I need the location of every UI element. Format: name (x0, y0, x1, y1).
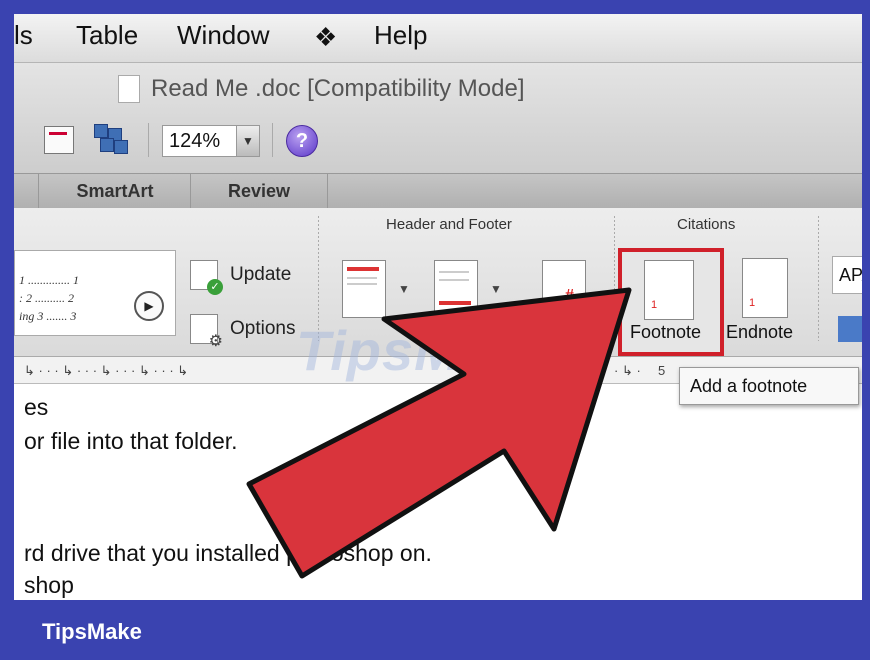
group-label-header-footer: Header and Footer (386, 216, 512, 233)
document-line: rd drive that you installed photoshop on… (24, 540, 432, 566)
update-icon[interactable] (190, 260, 223, 295)
window-title: Read Me .doc [Compatibility Mode] (151, 75, 525, 102)
toolbar: Read Me .doc [Compatibility Mode] 124% ▼… (14, 63, 862, 173)
endnote-icon[interactable]: 1 (742, 258, 788, 318)
footer-brand: TipsMake (42, 619, 142, 644)
screenshot-area: ls Table Window ❖ Help Read Me .doc [Com… (14, 14, 862, 600)
document-body[interactable]: es or file into that folder. rd drive th… (14, 384, 862, 600)
zoom-value: 124% (169, 130, 221, 152)
help-icon[interactable]: ? (286, 125, 318, 157)
document-line: shop (24, 572, 74, 598)
group-label-citations: Citations (677, 216, 736, 233)
options-button[interactable]: Options (230, 318, 295, 340)
menu-bar: ls Table Window ❖ Help (14, 14, 862, 63)
gallery-icon[interactable] (44, 126, 74, 154)
ribbon-tab-bar: SmartArt Review (14, 173, 862, 209)
toc-line: ing 3 ....... 3 (19, 309, 77, 323)
menu-tools[interactable]: ls (14, 20, 33, 51)
chevron-down-icon[interactable]: ▼ (398, 282, 410, 296)
toolbar-divider (272, 123, 273, 157)
options-icon[interactable] (190, 314, 223, 351)
bibliography-icon[interactable] (838, 316, 862, 342)
endnote-number: 1 (749, 297, 756, 309)
footnote-icon: 1 (644, 260, 694, 320)
group-divider (818, 216, 819, 341)
menu-help[interactable]: Help (374, 20, 427, 51)
toolbar-divider (148, 123, 149, 157)
update-button[interactable]: Update (230, 264, 291, 286)
footnote-button[interactable]: 1 Footnote (618, 248, 724, 356)
document-line: or file into that folder. (24, 428, 238, 454)
watermark: TipsMake (296, 319, 559, 382)
endnote-button[interactable]: Endnote (726, 322, 793, 343)
script-menu-icon[interactable]: ❖ (314, 22, 337, 53)
citation-style-select[interactable]: APA (832, 256, 862, 294)
image-frame: ls Table Window ❖ Help Read Me .doc [Com… (0, 0, 870, 660)
document-icon (118, 75, 140, 103)
group-divider (614, 216, 615, 341)
footnote-tooltip: Add a footnote (679, 367, 859, 405)
footnote-label: Footnote (630, 322, 702, 342)
sidebar-icon[interactable] (94, 124, 130, 154)
footer-icon[interactable] (434, 260, 478, 318)
toc-line: : 2 .......... 2 (19, 291, 74, 305)
tab-review[interactable]: Review (190, 174, 328, 208)
footnote-number: 1 (651, 299, 658, 311)
menu-window[interactable]: Window (177, 20, 269, 51)
chevron-down-icon[interactable]: ▼ (236, 126, 259, 156)
header-icon[interactable] (342, 260, 386, 318)
ruler-number: 5 (658, 363, 666, 378)
document-line: es (24, 394, 49, 420)
zoom-select[interactable]: 124% ▼ (162, 125, 260, 157)
tab-stop-icon: · ↳ · (614, 363, 641, 378)
tab-smartart[interactable]: SmartArt (38, 174, 191, 208)
chevron-down-icon[interactable]: ▼ (490, 282, 502, 296)
menu-table[interactable]: Table (76, 20, 138, 51)
play-icon[interactable]: ▶ (134, 291, 164, 321)
page-number-icon[interactable]: # (542, 260, 586, 318)
tab-stop-icon: ↳ · · · ↳ · · · ↳ · · · ↳ · · · ↳ (24, 363, 189, 378)
toc-line: 1 .............. 1 (19, 273, 79, 287)
